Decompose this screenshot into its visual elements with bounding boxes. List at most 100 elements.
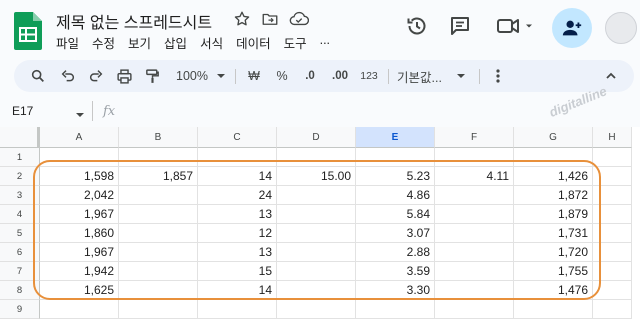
cell-h4[interactable] [593,205,632,224]
more-formats-button[interactable]: 123 [358,60,380,92]
cell-a9[interactable] [40,300,119,319]
row-header[interactable]: 8 [0,281,40,300]
cell-h5[interactable] [593,224,632,243]
currency-format-button[interactable]: ₩ [244,60,264,92]
cell-d8[interactable] [277,281,356,300]
menu-format[interactable]: 서식 [200,33,223,52]
cell-b3[interactable] [119,186,198,205]
cell-a3[interactable]: 2,042 [40,186,119,205]
column-header-c[interactable]: C [198,127,277,148]
cell-h8[interactable] [593,281,632,300]
row-header[interactable]: 6 [0,243,40,262]
cell-f3[interactable] [435,186,514,205]
cell-e2[interactable]: 5.23 [356,167,435,186]
cell-b4[interactable] [119,205,198,224]
cell-a2[interactable]: 1,598 [40,167,119,186]
menu-data[interactable]: 데이터 [236,33,271,52]
menu-view[interactable]: 보기 [128,33,151,52]
select-all-corner[interactable] [0,127,40,148]
meet-icon[interactable] [496,14,536,38]
star-icon[interactable] [233,10,251,28]
cell-e9[interactable] [356,300,435,319]
redo-icon[interactable] [84,60,108,92]
cell-a7[interactable]: 1,942 [40,262,119,281]
more-vert-icon[interactable] [490,60,506,92]
cell-a8[interactable]: 1,625 [40,281,119,300]
paint-format-icon[interactable] [140,60,164,92]
undo-icon[interactable] [56,60,80,92]
menu-edit[interactable]: 수정 [92,33,115,52]
cell-e5[interactable]: 3.07 [356,224,435,243]
column-header-b[interactable]: B [119,127,198,148]
cell-e3[interactable]: 4.86 [356,186,435,205]
column-header-f[interactable]: F [435,127,514,148]
search-menu-icon[interactable] [26,60,50,92]
cell-g5[interactable]: 1,731 [514,224,593,243]
cell-c3[interactable]: 24 [198,186,277,205]
cell-g8[interactable]: 1,476 [514,281,593,300]
cell-e4[interactable]: 5.84 [356,205,435,224]
cell-f9[interactable] [435,300,514,319]
cell-f4[interactable] [435,205,514,224]
cell-e8[interactable]: 3.30 [356,281,435,300]
cell-b1[interactable] [119,148,198,167]
font-dropdown-icon[interactable] [454,60,468,92]
column-header-e[interactable]: E [356,127,435,148]
name-box-dropdown-icon[interactable] [75,107,85,125]
cell-c2[interactable]: 14 [198,167,277,186]
cell-b6[interactable] [119,243,198,262]
percent-format-button[interactable]: % [272,60,292,92]
cell-a1[interactable] [40,148,119,167]
cell-e6[interactable]: 2.88 [356,243,435,262]
increase-decimal-button[interactable]: .00 [327,60,353,92]
cell-d3[interactable] [277,186,356,205]
cell-e7[interactable]: 3.59 [356,262,435,281]
comments-icon[interactable] [448,14,472,38]
cell-g9[interactable] [514,300,593,319]
cell-a4[interactable]: 1,967 [40,205,119,224]
cell-b7[interactable] [119,262,198,281]
avatar[interactable] [605,12,637,44]
cell-c8[interactable]: 14 [198,281,277,300]
cell-f8[interactable] [435,281,514,300]
cell-f7[interactable] [435,262,514,281]
decrease-decimal-button[interactable]: .0 [299,60,321,92]
font-select[interactable]: 기본값... [397,60,447,92]
cell-d6[interactable] [277,243,356,262]
cell-c6[interactable]: 13 [198,243,277,262]
column-header-g[interactable]: G [514,127,593,148]
row-header[interactable]: 1 [0,148,40,167]
cell-h2[interactable] [593,167,632,186]
cell-g7[interactable]: 1,755 [514,262,593,281]
menu-more[interactable]: ... [320,33,330,52]
row-header[interactable]: 9 [0,300,40,319]
cell-d4[interactable] [277,205,356,224]
row-header[interactable]: 3 [0,186,40,205]
print-icon[interactable] [112,60,136,92]
cell-f1[interactable] [435,148,514,167]
cell-c7[interactable]: 15 [198,262,277,281]
cell-a5[interactable]: 1,860 [40,224,119,243]
cell-d9[interactable] [277,300,356,319]
cell-b2[interactable]: 1,857 [119,167,198,186]
share-button[interactable] [552,8,592,48]
cell-h9[interactable] [593,300,632,319]
cell-g2[interactable]: 1,426 [514,167,593,186]
cell-g4[interactable]: 1,879 [514,205,593,224]
row-header[interactable]: 5 [0,224,40,243]
row-header[interactable]: 2 [0,167,40,186]
cell-c4[interactable]: 13 [198,205,277,224]
cell-c9[interactable] [198,300,277,319]
zoom-dropdown-icon[interactable] [214,60,228,92]
cell-h7[interactable] [593,262,632,281]
cell-d7[interactable] [277,262,356,281]
document-title[interactable]: 제목 없는 스프레드시트 [56,9,212,33]
cell-d2[interactable]: 15.00 [277,167,356,186]
cell-a6[interactable]: 1,967 [40,243,119,262]
cell-e1[interactable] [356,148,435,167]
cell-f5[interactable] [435,224,514,243]
cell-b8[interactable] [119,281,198,300]
cell-h3[interactable] [593,186,632,205]
column-header-d[interactable]: D [277,127,356,148]
cell-g1[interactable] [514,148,593,167]
